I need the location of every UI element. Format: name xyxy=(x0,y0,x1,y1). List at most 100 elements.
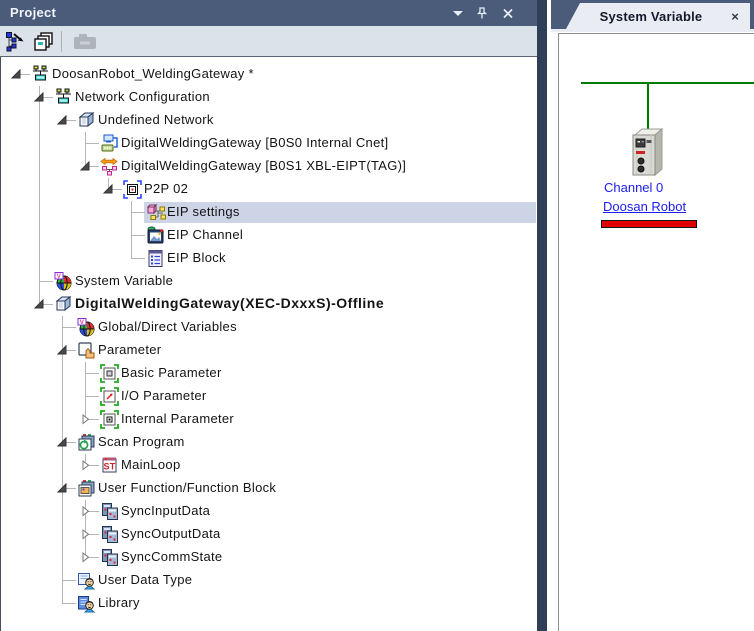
tree-branch-tick xyxy=(62,603,76,604)
tree-item-label: DigitalWeldingGateway [B0S1 XBL-EIPT(TAG… xyxy=(121,158,406,173)
expanded-arrow-icon[interactable] xyxy=(56,114,68,126)
toolbar-separator xyxy=(61,31,62,52)
tree-item-label: Network Configuration xyxy=(75,89,210,104)
tree-item-parameter[interactable]: Parameter xyxy=(1,339,536,362)
tree-item-eip-channel[interactable]: EIP Channel xyxy=(1,224,536,247)
expanded-arrow-icon[interactable] xyxy=(56,482,68,494)
expanded-arrow-icon[interactable] xyxy=(102,183,114,195)
collapsed-arrow-icon[interactable] xyxy=(79,413,91,425)
sync-data-icon xyxy=(100,548,119,567)
user-data-type-icon xyxy=(77,571,96,590)
tree-item-network-configuration[interactable]: Network Configuration xyxy=(1,86,536,109)
tree-item-doosanrobot-weldinggateway[interactable]: DoosanRobot_WeldingGateway * xyxy=(1,63,536,86)
tree-item-internal-parameter[interactable]: Internal Parameter xyxy=(1,408,536,431)
tree-item-library[interactable]: Library xyxy=(1,592,536,615)
collapsed-arrow-icon[interactable] xyxy=(79,528,91,540)
tree-branch-tick xyxy=(62,580,76,581)
tree-item-label: P2P 02 xyxy=(144,181,188,196)
sync-data-icon xyxy=(100,502,119,521)
gateway-device-image[interactable] xyxy=(629,127,667,186)
network-config-icon xyxy=(54,88,73,107)
tree-guide-line xyxy=(39,155,40,178)
tree-item-mainloop[interactable]: ST MainLoop xyxy=(1,454,536,477)
tree-branch-tick xyxy=(131,235,145,236)
tree-item-system-variable[interactable]: VSystem Variable xyxy=(1,270,536,293)
io-parameter-icon xyxy=(100,387,119,406)
expanded-arrow-icon[interactable] xyxy=(33,91,45,103)
tree-item-label: DigitalWeldingGateway(XEC-DxxxS)-Offline xyxy=(75,295,384,311)
tree-item-label: User Function/Function Block xyxy=(98,480,276,495)
tree-item-digitalweldinggateway-xec-dxxxs-offline[interactable]: DigitalWeldingGateway(XEC-DxxxS)-Offline xyxy=(1,293,536,316)
tree-item-digitalweldinggateway-b0s1-xbl-eipt-tag[interactable]: DigitalWeldingGateway [B0S1 XBL-EIPT(TAG… xyxy=(1,155,536,178)
tree-item-scan-program[interactable]: Scan Program xyxy=(1,431,536,454)
collapsed-arrow-icon[interactable] xyxy=(79,459,91,471)
tree-item-label: SyncOutputData xyxy=(121,526,221,541)
collapsed-arrow-icon[interactable] xyxy=(79,551,91,563)
cnet-icon xyxy=(100,134,119,153)
disabled-tool-icon xyxy=(71,31,99,53)
tab-close-icon[interactable]: × xyxy=(726,9,744,24)
parameter-icon xyxy=(77,341,96,360)
eipt-icon xyxy=(100,157,119,176)
tree-item-eip-settings[interactable]: EIP settings xyxy=(1,201,536,224)
tree-item-undefined-network[interactable]: Undefined Network xyxy=(1,109,536,132)
basic-parameter-icon xyxy=(100,364,119,383)
tree-item-label: System Variable xyxy=(75,273,173,288)
library-icon xyxy=(77,594,96,613)
tree-item-label: EIP settings xyxy=(167,204,240,219)
panel-splitter[interactable] xyxy=(537,0,547,631)
expanded-arrow-icon[interactable] xyxy=(79,160,91,172)
tree-view-icon xyxy=(5,31,27,53)
tree-guide-line xyxy=(62,523,63,546)
tree-guide-line xyxy=(62,408,63,431)
tree-item-p2p-02[interactable]: P2P 02 xyxy=(1,178,536,201)
tree-guide-line xyxy=(62,500,63,523)
st-program-icon: ST xyxy=(100,456,119,475)
tree-branch-tick xyxy=(131,258,145,259)
sync-data-icon xyxy=(100,525,119,544)
tree-item-label: Basic Parameter xyxy=(121,365,222,380)
pin-icon[interactable] xyxy=(475,6,489,20)
close-icon[interactable] xyxy=(501,6,515,20)
tree-item-syncoutputdata[interactable]: SyncOutputData xyxy=(1,523,536,546)
tree-item-label: Undefined Network xyxy=(98,112,214,127)
tree-branch-tick xyxy=(62,327,76,328)
project-titlebar: Project xyxy=(0,0,537,26)
tree-guide-line xyxy=(62,546,63,569)
tree-view-button[interactable] xyxy=(4,30,28,54)
tree-item-label: MainLoop xyxy=(121,457,181,472)
svg-text:ST: ST xyxy=(103,462,115,472)
cube-icon xyxy=(77,111,96,130)
global-variables-icon: V xyxy=(77,318,96,337)
tree-item-syncinputdata[interactable]: SyncInputData xyxy=(1,500,536,523)
tree-guide-line xyxy=(39,201,40,224)
expanded-arrow-icon[interactable] xyxy=(56,436,68,448)
system-variable-panel: System Variable × Channel 0 Doosan Robot xyxy=(547,0,754,631)
project-icon xyxy=(31,65,50,84)
tabbar-underline xyxy=(551,29,754,32)
tree-item-global-direct-variables[interactable]: VGlobal/Direct Variables xyxy=(1,316,536,339)
tree-item-user-function-function-block[interactable]: User Function/Function Block xyxy=(1,477,536,500)
expanded-arrow-icon[interactable] xyxy=(56,344,68,356)
collapsed-arrow-icon[interactable] xyxy=(79,505,91,517)
tree-item-i-o-parameter[interactable]: I/O Parameter xyxy=(1,385,536,408)
doosan-robot-link[interactable]: Doosan Robot xyxy=(603,199,686,214)
tree-item-digitalweldinggateway-b0s0-internal-cnet[interactable]: DigitalWeldingGateway [B0S0 Internal Cne… xyxy=(1,132,536,155)
tree-item-user-data-type[interactable]: User Data Type xyxy=(1,569,536,592)
plc-cube-icon xyxy=(54,295,73,314)
device-drop-line xyxy=(647,82,649,131)
expanded-arrow-icon[interactable] xyxy=(10,68,22,80)
tree-item-basic-parameter[interactable]: Basic Parameter xyxy=(1,362,536,385)
cascade-windows-button[interactable] xyxy=(32,30,56,54)
tree-guide-line xyxy=(39,247,40,270)
tab-system-variable[interactable]: System Variable × xyxy=(566,3,750,29)
tree-item-label: SyncCommState xyxy=(121,549,222,564)
tree-item-eip-block[interactable]: EIP Block xyxy=(1,247,536,270)
tree-guide-line xyxy=(62,362,63,385)
expanded-arrow-icon[interactable] xyxy=(33,298,45,310)
internal-parameter-icon xyxy=(100,410,119,429)
tree-item-synccommstate[interactable]: SyncCommState xyxy=(1,546,536,569)
tree-item-label: Library xyxy=(98,595,140,610)
tree-item-label: DoosanRobot_WeldingGateway * xyxy=(52,66,254,81)
dropdown-chevron-icon[interactable] xyxy=(451,6,465,20)
